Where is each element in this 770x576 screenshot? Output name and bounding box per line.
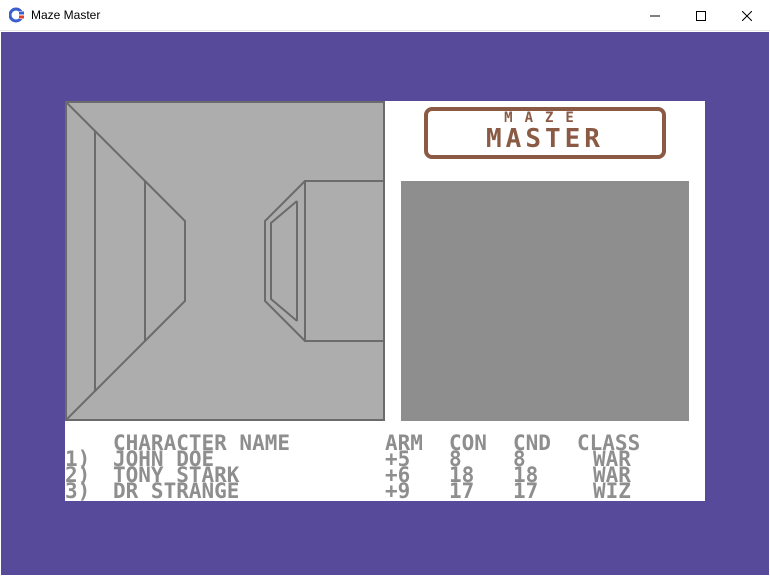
- character-row[interactable]: 3) DR STRANGE +9 17 17 WIZ: [65, 479, 705, 503]
- maximize-button[interactable]: [678, 0, 724, 31]
- character-roster: CHARACTER NAME ARM CON CND CLASS 1) JOHN…: [65, 433, 705, 576]
- character-name: DR STRANGE: [113, 479, 240, 503]
- maximize-icon: [696, 10, 706, 21]
- character-arm: +9: [385, 479, 411, 503]
- map-panel: [401, 181, 689, 421]
- logo-line-2: MASTER: [486, 124, 604, 154]
- close-button[interactable]: [724, 0, 770, 31]
- game-screen[interactable]: MAZE MASTER CHARACTER NAME ARM CON CND C…: [65, 101, 705, 502]
- maze-viewport: [65, 101, 385, 421]
- close-icon: [742, 10, 752, 21]
- character-class: WIZ: [593, 479, 631, 503]
- minimize-icon: [650, 15, 660, 16]
- window-title-bar: Maze Master: [0, 0, 770, 31]
- character-cnd: 17: [513, 479, 539, 503]
- character-slot: 3): [65, 479, 91, 503]
- maze-master-logo: MAZE MASTER: [424, 107, 666, 159]
- window-title: Maze Master: [31, 8, 101, 22]
- logo-line-1: MAZE: [504, 110, 586, 126]
- character-con: 17: [449, 479, 475, 503]
- minimize-button[interactable]: [632, 0, 678, 31]
- c64-emulator-icon: [9, 7, 25, 23]
